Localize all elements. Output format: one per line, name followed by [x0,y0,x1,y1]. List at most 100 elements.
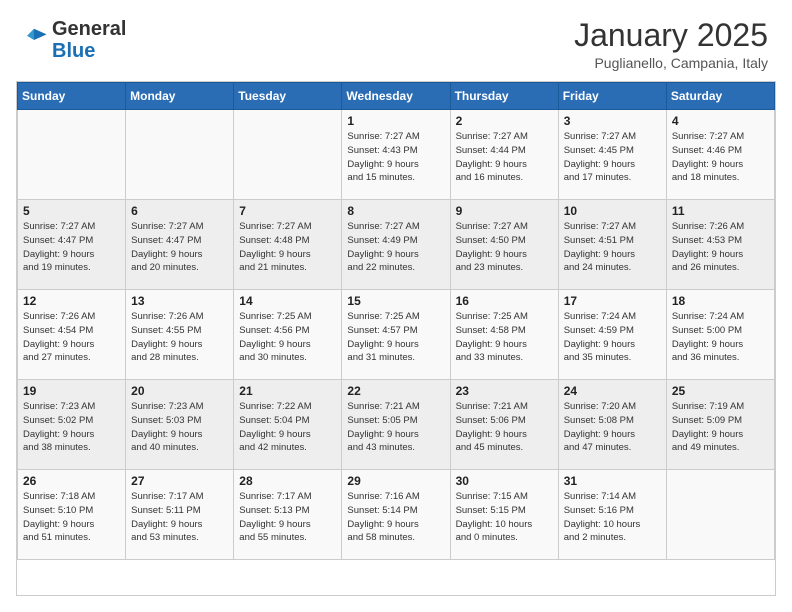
day-number: 3 [564,114,661,128]
calendar-cell: 13Sunrise: 7:26 AM Sunset: 4:55 PM Dayli… [126,290,234,380]
calendar-cell: 31 Sunrise: 7:14 AM Sunset: 5:16 PM Dayli… [558,470,666,560]
calendar-cell [18,110,126,200]
calendar-cell: 1 Sunrise: 7:27 AM Sunset: 4:43 PM Daylig… [342,110,450,200]
day-number: 9 [456,204,553,218]
day-info: Sunrise: 7:27 AM Sunset: 4:45 PM Dayligh… [564,130,661,185]
calendar-cell: 26Sunrise: 7:18 AM Sunset: 5:10 PM Dayli… [18,470,126,560]
day-info: Sunrise: 7:26 AM Sunset: 4:53 PM Dayligh… [672,220,769,275]
day-number: 26 [23,474,120,488]
calendar-cell: 6Sunrise: 7:27 AM Sunset: 4:47 PM Daylig… [126,200,234,290]
calendar-week-2: 5 Sunrise: 7:27 AM Sunset: 4:47 PM Daylig… [18,200,775,290]
day-number: 12 [23,294,120,308]
day-info: Sunrise: 7:23 AM Sunset: 5:03 PM Dayligh… [131,400,228,455]
day-info: Sunrise: 7:19 AM Sunset: 5:09 PM Dayligh… [672,400,769,455]
page: General Blue January 2025 Puglianello, C… [0,0,792,612]
calendar-body: 1 Sunrise: 7:27 AM Sunset: 4:43 PM Daylig… [18,110,775,560]
weekday-header-friday: Friday [558,83,666,110]
day-info: Sunrise: 7:23 AM Sunset: 5:02 PM Dayligh… [23,400,120,455]
calendar-cell: 18Sunrise: 7:24 AM Sunset: 5:00 PM Dayli… [666,290,774,380]
day-info: Sunrise: 7:24 AM Sunset: 5:00 PM Dayligh… [672,310,769,365]
calendar-cell: 19 Sunrise: 7:23 AM Sunset: 5:02 PM Dayli… [18,380,126,470]
day-info: Sunrise: 7:27 AM Sunset: 4:47 PM Dayligh… [131,220,228,275]
calendar-cell: 2 Sunrise: 7:27 AM Sunset: 4:44 PM Daylig… [450,110,558,200]
day-info: Sunrise: 7:21 AM Sunset: 5:05 PM Dayligh… [347,400,444,455]
calendar-cell: 4 Sunrise: 7:27 AM Sunset: 4:46 PM Daylig… [666,110,774,200]
calendar-cell: 12Sunrise: 7:26 AM Sunset: 4:54 PM Dayli… [18,290,126,380]
day-number: 4 [672,114,769,128]
calendar-cell: 9 Sunrise: 7:27 AM Sunset: 4:50 PM Daylig… [450,200,558,290]
calendar-week-5: 26Sunrise: 7:18 AM Sunset: 5:10 PM Dayli… [18,470,775,560]
day-info: Sunrise: 7:27 AM Sunset: 4:43 PM Dayligh… [347,130,444,185]
day-info: Sunrise: 7:17 AM Sunset: 5:13 PM Dayligh… [239,490,336,545]
calendar-cell: 27Sunrise: 7:17 AM Sunset: 5:11 PM Dayli… [126,470,234,560]
calendar-cell: 20 Sunrise: 7:23 AM Sunset: 5:03 PM Dayli… [126,380,234,470]
day-number: 10 [564,204,661,218]
calendar-cell: 15Sunrise: 7:25 AM Sunset: 4:57 PM Dayli… [342,290,450,380]
calendar-cell: 24 Sunrise: 7:20 AM Sunset: 5:08 PM Dayli… [558,380,666,470]
weekday-header-row: SundayMondayTuesdayWednesdayThursdayFrid… [18,83,775,110]
day-number: 28 [239,474,336,488]
title-location: Puglianello, Campania, Italy [574,55,768,71]
calendar-cell: 11 Sunrise: 7:26 AM Sunset: 4:53 PM Dayli… [666,200,774,290]
calendar-week-1: 1 Sunrise: 7:27 AM Sunset: 4:43 PM Daylig… [18,110,775,200]
calendar-cell: 23 Sunrise: 7:21 AM Sunset: 5:06 PM Dayli… [450,380,558,470]
title-block: January 2025 Puglianello, Campania, Ital… [574,18,768,71]
weekday-header-wednesday: Wednesday [342,83,450,110]
day-info: Sunrise: 7:27 AM Sunset: 4:44 PM Dayligh… [456,130,553,185]
day-info: Sunrise: 7:27 AM Sunset: 4:47 PM Dayligh… [23,220,120,275]
day-number: 30 [456,474,553,488]
day-info: Sunrise: 7:27 AM Sunset: 4:49 PM Dayligh… [347,220,444,275]
day-number: 13 [131,294,228,308]
day-number: 25 [672,384,769,398]
day-number: 19 [23,384,120,398]
day-info: Sunrise: 7:27 AM Sunset: 4:48 PM Dayligh… [239,220,336,275]
day-number: 5 [23,204,120,218]
day-number: 21 [239,384,336,398]
calendar-header: SundayMondayTuesdayWednesdayThursdayFrid… [18,83,775,110]
weekday-header-thursday: Thursday [450,83,558,110]
calendar-cell: 29Sunrise: 7:16 AM Sunset: 5:14 PM Dayli… [342,470,450,560]
weekday-header-sunday: Sunday [18,83,126,110]
day-number: 1 [347,114,444,128]
day-number: 2 [456,114,553,128]
calendar-cell: 16 Sunrise: 7:25 AM Sunset: 4:58 PM Dayli… [450,290,558,380]
day-number: 31 [564,474,661,488]
logo: General Blue [20,18,126,62]
calendar-cell [666,470,774,560]
day-number: 14 [239,294,336,308]
day-info: Sunrise: 7:25 AM Sunset: 4:56 PM Dayligh… [239,310,336,365]
header: General Blue January 2025 Puglianello, C… [0,0,792,81]
day-number: 23 [456,384,553,398]
day-info: Sunrise: 7:25 AM Sunset: 4:58 PM Dayligh… [456,310,553,365]
calendar-cell: 25 Sunrise: 7:19 AM Sunset: 5:09 PM Dayli… [666,380,774,470]
day-number: 17 [564,294,661,308]
day-info: Sunrise: 7:25 AM Sunset: 4:57 PM Dayligh… [347,310,444,365]
day-info: Sunrise: 7:27 AM Sunset: 4:50 PM Dayligh… [456,220,553,275]
title-month: January 2025 [574,18,768,53]
day-number: 16 [456,294,553,308]
day-info: Sunrise: 7:14 AM Sunset: 5:16 PM Dayligh… [564,490,661,545]
day-number: 29 [347,474,444,488]
logo-icon [20,26,48,54]
calendar-cell: 10 Sunrise: 7:27 AM Sunset: 4:51 PM Dayli… [558,200,666,290]
day-info: Sunrise: 7:17 AM Sunset: 5:11 PM Dayligh… [131,490,228,545]
day-number: 11 [672,204,769,218]
day-info: Sunrise: 7:20 AM Sunset: 5:08 PM Dayligh… [564,400,661,455]
calendar-cell: 7Sunrise: 7:27 AM Sunset: 4:48 PM Daylig… [234,200,342,290]
calendar-cell: 3 Sunrise: 7:27 AM Sunset: 4:45 PM Daylig… [558,110,666,200]
logo-text: General Blue [52,18,126,62]
calendar-cell: 21Sunrise: 7:22 AM Sunset: 5:04 PM Dayli… [234,380,342,470]
day-number: 20 [131,384,228,398]
calendar-week-4: 19 Sunrise: 7:23 AM Sunset: 5:02 PM Dayli… [18,380,775,470]
day-number: 24 [564,384,661,398]
weekday-header-saturday: Saturday [666,83,774,110]
calendar-table: SundayMondayTuesdayWednesdayThursdayFrid… [17,82,775,560]
calendar: SundayMondayTuesdayWednesdayThursdayFrid… [16,81,776,596]
weekday-header-tuesday: Tuesday [234,83,342,110]
day-info: Sunrise: 7:27 AM Sunset: 4:46 PM Dayligh… [672,130,769,185]
day-number: 22 [347,384,444,398]
day-info: Sunrise: 7:27 AM Sunset: 4:51 PM Dayligh… [564,220,661,275]
calendar-cell [126,110,234,200]
calendar-cell: 5 Sunrise: 7:27 AM Sunset: 4:47 PM Daylig… [18,200,126,290]
day-info: Sunrise: 7:21 AM Sunset: 5:06 PM Dayligh… [456,400,553,455]
